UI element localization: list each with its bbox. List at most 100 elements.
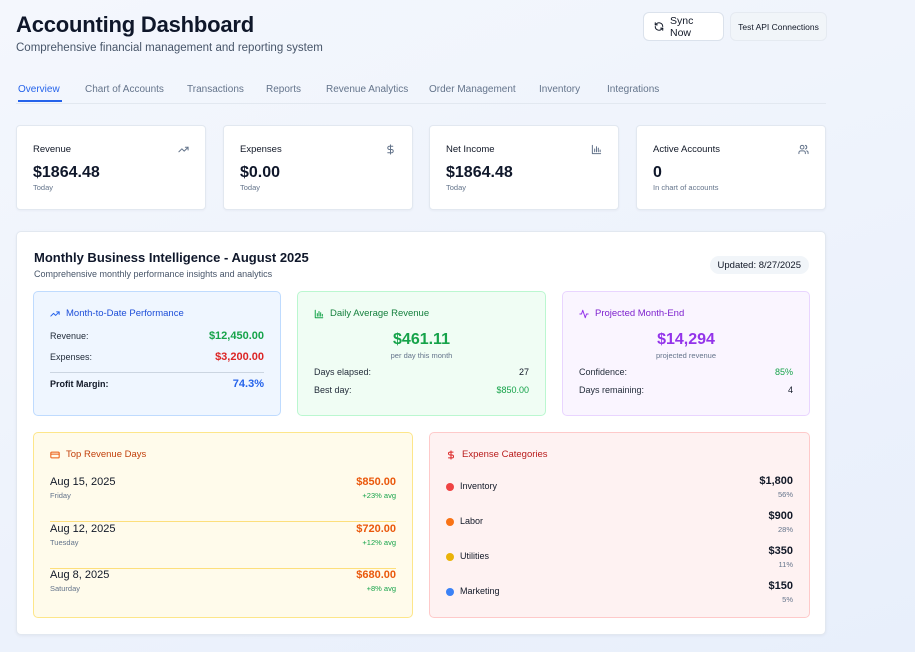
stat-value: 0 bbox=[653, 164, 662, 181]
mtd-margin-label: Profit Margin: bbox=[50, 379, 109, 389]
proj-title-label: Projected Month-End bbox=[595, 308, 685, 319]
mtd-title: Month-to-Date Performance bbox=[50, 308, 184, 319]
tab-bar: Overview Chart of Accounts Transactions … bbox=[16, 80, 826, 104]
stat-value: $1864.48 bbox=[33, 164, 100, 181]
activity-icon bbox=[579, 309, 589, 318]
refresh-icon bbox=[654, 22, 664, 31]
category-name: Marketing bbox=[460, 586, 500, 596]
days-elapsed-value: 27 bbox=[518, 367, 529, 377]
dollar-icon bbox=[387, 144, 394, 155]
divider bbox=[50, 521, 396, 522]
trending-up-icon bbox=[178, 146, 189, 153]
list-item: Aug 12, 2025 Tuesday $720.00 +12% avg bbox=[50, 523, 396, 569]
days-elapsed-row: Days elapsed: 27 bbox=[314, 367, 529, 377]
days-elapsed-label: Days elapsed: bbox=[314, 367, 372, 377]
expense-title-label: Expense Categories bbox=[462, 449, 548, 460]
stat-label: Net Income bbox=[446, 144, 495, 155]
confidence-row: Confidence: 85% bbox=[579, 367, 793, 377]
best-day-row: Best day: $850.00 bbox=[314, 385, 529, 395]
stat-sub: In chart of accounts bbox=[653, 183, 719, 192]
sync-now-button[interactable]: Sync Now bbox=[643, 12, 724, 41]
dollar-icon bbox=[448, 449, 454, 460]
category-percent: 11% bbox=[778, 560, 793, 569]
top-days-title-label: Top Revenue Days bbox=[66, 449, 147, 460]
color-dot bbox=[446, 483, 454, 491]
day-amount: $850.00 bbox=[356, 476, 396, 488]
stat-card-expenses: Expenses $0.00 Today bbox=[223, 125, 413, 210]
mtd-expenses-row: Expenses: $3,200.00 bbox=[50, 351, 264, 363]
category-percent: 28% bbox=[777, 525, 793, 534]
avg-value: $461.11 bbox=[393, 331, 450, 348]
tab-integrations[interactable]: Integrations bbox=[607, 84, 659, 95]
mtd-revenue-value: $12,450.00 bbox=[208, 330, 264, 342]
mtd-expenses-value: $3,200.00 bbox=[215, 351, 264, 363]
day-change: +8% avg bbox=[366, 584, 396, 593]
tab-revenue-analytics[interactable]: Revenue Analytics bbox=[326, 84, 408, 95]
proj-value: $14,294 bbox=[657, 331, 715, 348]
category-percent: 56% bbox=[777, 490, 793, 499]
expense-categories-panel: Expense Categories Inventory $1,800 56% … bbox=[429, 432, 810, 618]
category-amount: $150 bbox=[768, 580, 793, 592]
day-weekday: Saturday bbox=[50, 584, 81, 593]
tab-reports[interactable]: Reports bbox=[266, 84, 301, 95]
best-day-label: Best day: bbox=[314, 385, 352, 395]
bi-title: Monthly Business Intelligence - August 2… bbox=[34, 250, 309, 265]
avg-sub: per day this month bbox=[390, 351, 453, 360]
test-api-button[interactable]: Test API Connections bbox=[730, 12, 827, 41]
best-day-value: $850.00 bbox=[496, 385, 529, 395]
mtd-performance-panel: Month-to-Date Performance Revenue: $12,4… bbox=[33, 291, 281, 416]
stat-value: $1864.48 bbox=[446, 164, 513, 181]
sync-now-label: Sync Now bbox=[670, 14, 694, 39]
divider bbox=[50, 372, 264, 373]
days-remaining-row: Days remaining: 4 bbox=[579, 385, 793, 395]
top-revenue-days-panel: Top Revenue Days Aug 15, 2025 Friday $85… bbox=[33, 432, 413, 618]
stat-sub: Today bbox=[446, 183, 467, 192]
daily-average-panel: Daily Average Revenue $461.11 per day th… bbox=[297, 291, 546, 416]
confidence-value: 85% bbox=[774, 367, 793, 377]
stat-label: Revenue bbox=[33, 144, 72, 155]
bar-chart-icon bbox=[314, 309, 324, 318]
stat-card-revenue: Revenue $1864.48 Today bbox=[16, 125, 206, 210]
mtd-title-label: Month-to-Date Performance bbox=[66, 308, 184, 319]
days-remaining-value: 4 bbox=[787, 385, 793, 395]
day-change: +23% avg bbox=[362, 491, 396, 500]
mtd-margin-row: Profit Margin: 74.3% bbox=[50, 378, 264, 390]
days-remaining-label: Days remaining: bbox=[579, 385, 645, 395]
day-date: Aug 12, 2025 bbox=[50, 523, 116, 535]
dashboard: Accounting Dashboard Comprehensive finan… bbox=[16, 0, 827, 635]
page-title: Accounting Dashboard bbox=[16, 12, 255, 37]
tab-inventory[interactable]: Inventory bbox=[539, 84, 580, 95]
list-item: Marketing $150 5% bbox=[446, 580, 793, 612]
category-amount: $350 bbox=[768, 545, 793, 557]
projected-panel: Projected Month-End $14,294 projected re… bbox=[562, 291, 810, 416]
color-dot bbox=[446, 553, 454, 561]
users-icon bbox=[798, 144, 809, 155]
stat-card-active-accounts: Active Accounts 0 In chart of accounts bbox=[636, 125, 826, 210]
tab-overview[interactable]: Overview bbox=[18, 84, 62, 102]
category-name: Utilities bbox=[460, 551, 490, 561]
stat-card-net-income: Net Income $1864.48 Today bbox=[429, 125, 619, 210]
tab-order-management[interactable]: Order Management bbox=[429, 84, 516, 95]
category-name: Inventory bbox=[460, 481, 498, 491]
color-dot bbox=[446, 588, 454, 596]
mtd-expenses-label: Expenses: bbox=[50, 352, 93, 362]
day-date: Aug 15, 2025 bbox=[50, 476, 116, 488]
tab-chart-of-accounts[interactable]: Chart of Accounts bbox=[85, 84, 164, 95]
proj-title: Projected Month-End bbox=[579, 308, 684, 319]
day-amount: $680.00 bbox=[356, 569, 396, 581]
stat-label: Active Accounts bbox=[653, 144, 721, 155]
page-subtitle: Comprehensive financial management and r… bbox=[16, 42, 323, 54]
category-percent: 5% bbox=[782, 595, 793, 604]
day-weekday: Friday bbox=[50, 491, 71, 500]
bar-chart-icon bbox=[591, 144, 602, 155]
stat-sub: Today bbox=[240, 183, 261, 192]
mtd-revenue-label: Revenue: bbox=[50, 331, 89, 341]
tab-transactions[interactable]: Transactions bbox=[187, 84, 244, 95]
day-change: +12% avg bbox=[362, 538, 396, 547]
category-amount: $900 bbox=[768, 510, 793, 522]
bi-subtitle: Comprehensive monthly performance insigh… bbox=[34, 269, 273, 279]
credit-card-icon bbox=[50, 451, 60, 458]
list-item: Aug 8, 2025 Saturday $680.00 +8% avg bbox=[50, 569, 396, 615]
avg-title: Daily Average Revenue bbox=[314, 308, 429, 319]
list-item: Aug 15, 2025 Friday $850.00 +23% avg bbox=[50, 476, 396, 522]
